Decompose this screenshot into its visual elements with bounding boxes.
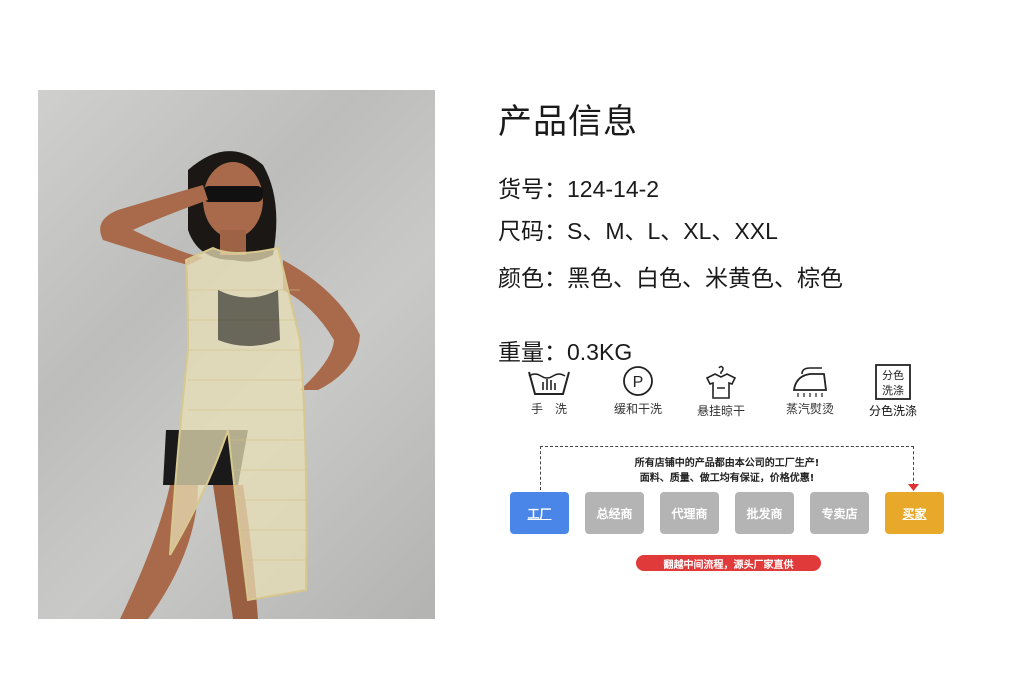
wash-separately-icon: 分色 洗涤 <box>875 364 911 400</box>
color-value: 黑色、白色、米黄色、棕色 <box>567 266 843 292</box>
weight-value: 0.3KG <box>567 339 633 365</box>
weight-row: 重量：0.3KG <box>498 333 632 367</box>
size-value: S、M、L、XL、XXL <box>567 218 778 244</box>
steam-iron-icon <box>792 367 828 397</box>
size-row: 尺码：S、M、L、XL、XXL <box>498 212 778 246</box>
svg-text:P: P <box>633 374 644 391</box>
step-buyer-button[interactable]: 买家 <box>885 492 944 534</box>
step-wholesaler-button[interactable]: 批发商 <box>735 492 794 534</box>
flow-description: 所有店铺中的产品都由本公司的工厂生产! 面料、质量、做工均有保证，价格优惠! <box>540 456 914 486</box>
hang-dry-icon <box>705 365 737 399</box>
care-label: 分色洗涤 <box>868 404 917 418</box>
care-label: 悬挂晾干 <box>696 404 745 418</box>
care-hand-wash: 手 洗 <box>504 364 594 417</box>
color-row: 颜色：黑色、白色、米黄色、棕色 <box>498 259 843 293</box>
item-number-row: 货号：124-14-2 <box>498 170 659 204</box>
care-label: 缓和干洗 <box>613 402 662 416</box>
care-label: 蒸汽熨烫 <box>785 402 834 416</box>
size-label: 尺码： <box>498 219 567 245</box>
step-distributor-button[interactable]: 总经商 <box>585 492 644 534</box>
step-factory-button[interactable]: 工厂 <box>510 492 569 534</box>
item-number-value: 124-14-2 <box>567 176 660 202</box>
care-hang-dry: 悬挂晾干 <box>676 364 766 419</box>
flow-description-line-1: 所有店铺中的产品都由本公司的工厂生产! <box>634 458 820 469</box>
model-illustration <box>100 151 360 619</box>
hand-wash-icon <box>528 371 570 395</box>
care-label: 手 洗 <box>530 402 567 416</box>
weight-label: 重量： <box>498 340 567 366</box>
dry-clean-icon: P <box>623 366 653 396</box>
direct-supply-banner: 翻越中间流程，源头厂家直供 <box>636 555 821 571</box>
flow-description-line-2: 面料、质量、做工均有保证，价格优惠! <box>639 473 815 484</box>
step-store-button[interactable]: 专卖店 <box>810 492 869 534</box>
step-agent-button[interactable]: 代理商 <box>660 492 719 534</box>
care-steam-iron: 蒸汽熨烫 <box>765 364 855 417</box>
wash-separately-icon-text-1: 分色 <box>882 368 904 382</box>
item-number-label: 货号： <box>498 177 567 203</box>
care-wash-separately: 分色 洗涤 分色洗涤 <box>848 364 938 419</box>
wash-separately-icon-text-2: 洗涤 <box>882 383 904 397</box>
product-info-title: 产品信息 <box>498 102 638 142</box>
product-photo <box>38 90 435 619</box>
care-dry-clean: P 缓和干洗 <box>593 364 683 417</box>
flow-dashed-top <box>540 446 914 447</box>
color-label: 颜色： <box>498 266 567 292</box>
